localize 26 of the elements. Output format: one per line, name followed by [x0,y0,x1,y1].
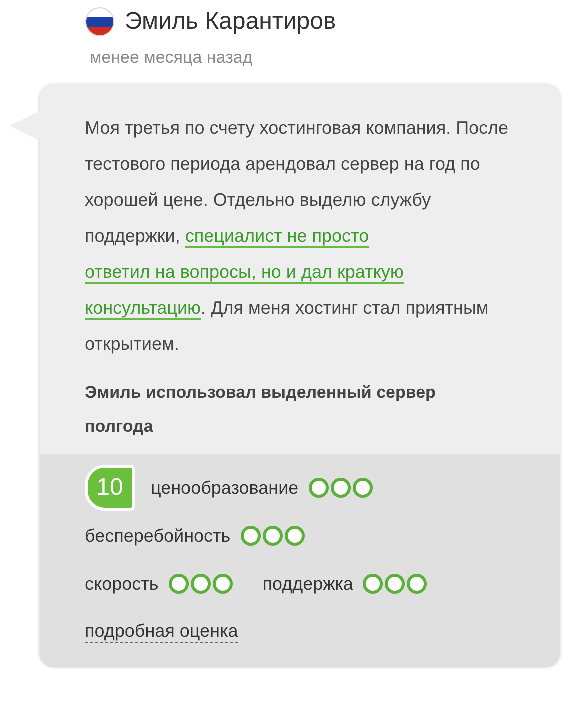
ring-icon [190,574,211,594]
review-text: Моя третья по счету хостинговая компания. После тестового периода арендовал сервер на год по хорошей цене. Отдельно выделю службу поддержки, специалист не просто ответил на вопросы, но и дал краткую консультацию. Для меня хостинг стал приятным открытием. [85,117,510,356]
ring-icon [330,478,351,498]
ring-icon [363,574,384,594]
usage-note: Эмиль использовал выделенный сервер полгода [85,382,437,438]
rating-label: скорость [85,574,159,594]
review-link[interactable]: консультацию [85,298,202,320]
ring-icon [385,574,406,594]
rating-label: бесперебойность [85,526,231,546]
ring-icon [407,574,428,594]
review-link[interactable]: специалист не просто [185,226,370,248]
ring-icon [212,574,233,594]
ring-icon [352,478,373,498]
rating-label: ценообразование [151,478,299,498]
ring-icon [262,526,283,546]
review-link[interactable]: ответил на вопросы, но и дал краткую [85,262,404,284]
russia-flag-icon [85,7,115,37]
ring-icon [168,574,189,594]
ring-icon [308,478,329,498]
rating-label: поддержка [262,574,354,594]
score-badge: 10 [85,465,135,511]
details-link[interactable]: подробная оценка [85,621,238,643]
ring-icon [284,526,305,546]
ring-icon [240,526,261,546]
author-name: Эмиль Карантиров [125,8,336,36]
review-date: менее месяца назад [90,48,254,68]
